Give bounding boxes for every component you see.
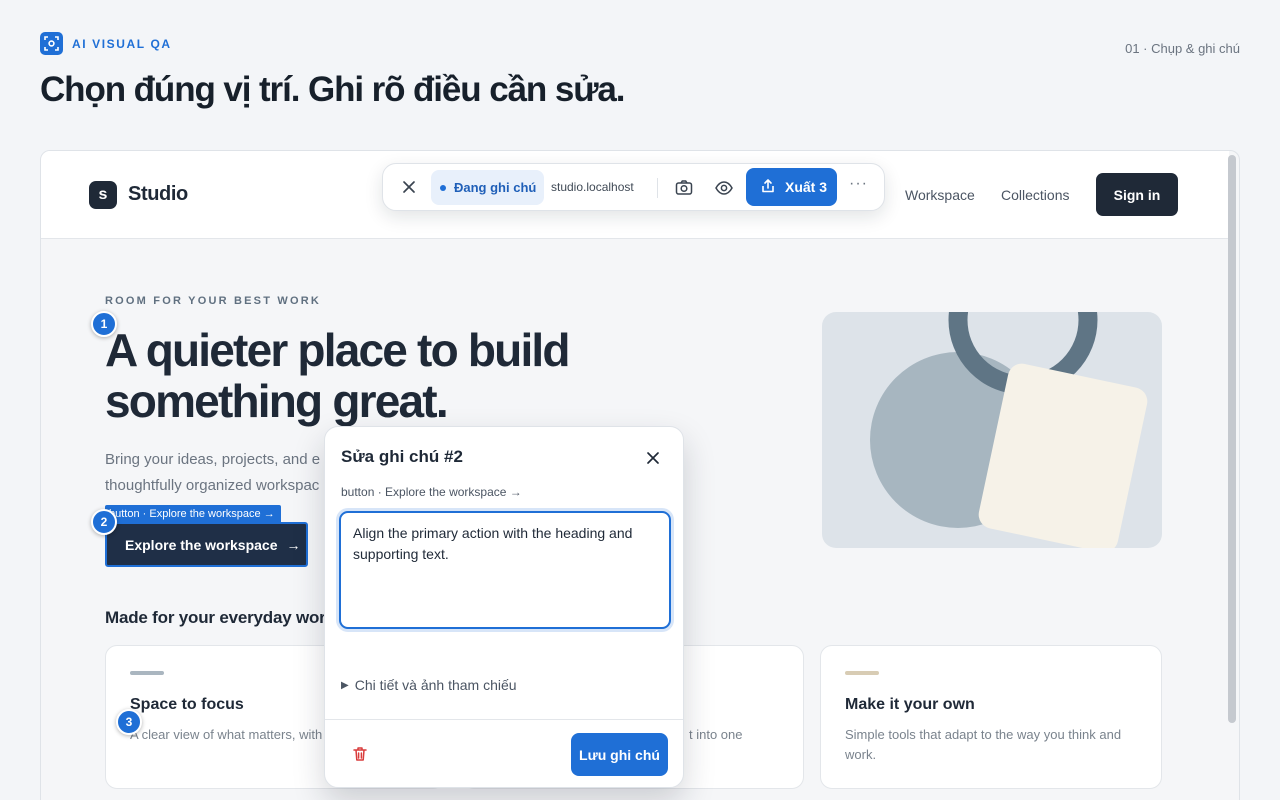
- more-options-icon[interactable]: ···: [849, 175, 868, 193]
- card-accent-bar: [845, 671, 879, 675]
- note-textarea[interactable]: Align the primary action with the headin…: [339, 511, 671, 629]
- popup-title: Sửa ghi chú #2: [341, 447, 463, 466]
- step-label: 01 · Chụp & ghi chú: [1125, 41, 1240, 56]
- triangle-right-icon: ▶: [341, 679, 349, 691]
- note-editor-popup: Sửa ghi chú #2 button · Explore the work…: [324, 426, 684, 788]
- close-icon[interactable]: [644, 449, 662, 467]
- hero-title-line: something great.: [105, 375, 449, 427]
- site-logo-icon[interactable]: s: [89, 181, 117, 209]
- divider: [325, 719, 683, 720]
- close-icon[interactable]: [400, 178, 418, 196]
- status-dot-icon: [440, 184, 446, 191]
- qa-toolbar: Đang ghi chú studio.localhost Xuất 3 ···: [382, 163, 885, 211]
- sign-in-button[interactable]: Sign in: [1096, 173, 1178, 216]
- details-label: Chi tiết và ảnh tham chiếu: [354, 677, 517, 693]
- card-accent-bar: [130, 671, 164, 675]
- explore-workspace-button[interactable]: Explore the workspace →: [105, 522, 308, 567]
- focus-scan-icon: [40, 32, 63, 55]
- hero-eyebrow: ROOM FOR YOUR BEST WORK: [105, 295, 322, 307]
- share-icon: [760, 178, 776, 197]
- annotation-marker-3[interactable]: 3: [116, 709, 142, 735]
- card-title: Space to focus: [130, 696, 244, 713]
- camera-icon[interactable]: [674, 178, 694, 198]
- card-text: Simple tools that adapt to the way you t…: [845, 727, 1122, 762]
- hero-title-line: A quieter place to build: [105, 324, 571, 376]
- export-label: Xuất 3: [785, 179, 828, 195]
- arrow-right-icon: →: [286, 536, 301, 553]
- status-label: Đang ghi chú: [454, 180, 537, 195]
- divider: [657, 178, 658, 198]
- brand: AI VISUAL QA: [40, 32, 172, 55]
- section-title: Made for your everyday work: [105, 608, 335, 627]
- recording-status-badge[interactable]: Đang ghi chú: [431, 170, 544, 205]
- brand-label: AI VISUAL QA: [72, 36, 172, 51]
- cta-label: Explore the workspace: [125, 536, 278, 553]
- page-title: Chọn đúng vị trí. Ghi rõ điều cần sửa.: [40, 70, 626, 109]
- eye-icon[interactable]: [714, 178, 734, 198]
- annotation-marker-2[interactable]: 2: [91, 509, 117, 535]
- target-element-label: button · Explore the workspace →: [341, 485, 522, 499]
- hero-title: A quieter place to build something great…: [105, 325, 625, 427]
- details-disclosure[interactable]: ▶ Chi tiết và ảnh tham chiếu: [341, 677, 517, 693]
- card-title: Make it your own: [845, 696, 975, 713]
- site-logo-text[interactable]: Studio: [128, 183, 188, 206]
- save-note-button[interactable]: Lưu ghi chú: [571, 733, 668, 776]
- feature-card: Make it your own Simple tools that adapt…: [820, 645, 1162, 789]
- annotation-marker-1[interactable]: 1: [91, 311, 117, 337]
- nav-link-collections[interactable]: Collections: [1001, 187, 1069, 203]
- scrollbar[interactable]: [1228, 155, 1236, 723]
- trash-icon[interactable]: [351, 745, 369, 763]
- page-url: studio.localhost: [551, 180, 634, 194]
- nav-link-workspace[interactable]: Workspace: [905, 187, 975, 203]
- export-button[interactable]: Xuất 3: [746, 168, 837, 206]
- hero-illustration: [822, 312, 1162, 548]
